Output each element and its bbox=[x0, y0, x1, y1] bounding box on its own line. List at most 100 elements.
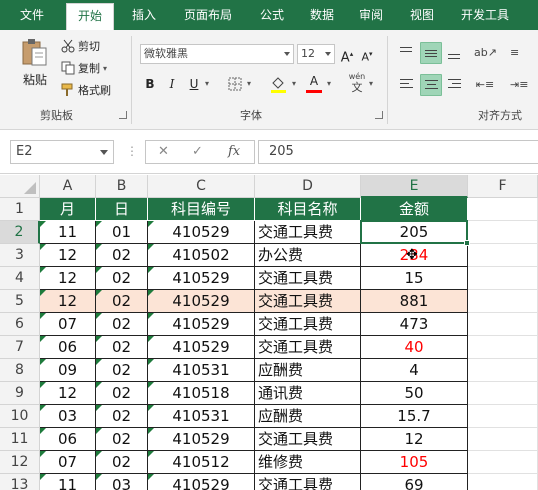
orientation-icon[interactable]: ab↗ bbox=[474, 42, 497, 64]
table-cell-day[interactable]: 02 bbox=[96, 428, 148, 451]
table-cell-day[interactable]: 02 bbox=[96, 451, 148, 474]
table-cell-amount[interactable]: 205 bbox=[361, 221, 468, 244]
tab-home[interactable]: 开始 bbox=[66, 3, 114, 30]
border-dropdown-icon[interactable]: ▾ bbox=[245, 74, 253, 94]
table-cell[interactable] bbox=[468, 359, 538, 382]
row-header-4[interactable]: 4 bbox=[0, 267, 40, 290]
table-cell-day[interactable]: 02 bbox=[96, 290, 148, 313]
column-header-a[interactable]: A bbox=[40, 175, 96, 198]
table-header-account-name[interactable]: 科目名称 bbox=[255, 198, 361, 221]
tab-data[interactable]: 数据 bbox=[302, 0, 342, 30]
table-cell-amount[interactable]: 881 bbox=[361, 290, 468, 313]
table-cell-account-name[interactable]: 应酬费 bbox=[255, 359, 361, 382]
copy-dropdown-icon[interactable]: ▾ bbox=[103, 64, 107, 73]
table-cell-account-name[interactable]: 交通工具费 bbox=[255, 428, 361, 451]
table-cell-month[interactable]: 12 bbox=[40, 382, 96, 405]
fill-color-dropdown-icon[interactable]: ▾ bbox=[290, 74, 298, 94]
table-cell-day[interactable]: 02 bbox=[96, 382, 148, 405]
table-cell-account-code[interactable]: 410529 bbox=[148, 336, 255, 359]
table-cell-day[interactable]: 02 bbox=[96, 313, 148, 336]
border-icon[interactable] bbox=[228, 77, 242, 91]
name-box[interactable]: E2 bbox=[10, 140, 114, 164]
format-painter-button[interactable]: 格式刷 bbox=[61, 82, 111, 98]
column-header-f[interactable]: F bbox=[468, 175, 538, 198]
tab-view[interactable]: 视图 bbox=[402, 0, 442, 30]
table-cell[interactable] bbox=[468, 267, 538, 290]
table-cell-amount[interactable]: 12 bbox=[361, 428, 468, 451]
table-cell-account-code[interactable]: 410529 bbox=[148, 267, 255, 290]
font-color-dropdown-icon[interactable]: ▾ bbox=[325, 74, 333, 94]
table-header-amount[interactable]: 金额 bbox=[361, 198, 468, 221]
row-header-8[interactable]: 8 bbox=[0, 359, 40, 382]
table-cell[interactable] bbox=[468, 221, 538, 244]
row-header-6[interactable]: 6 bbox=[0, 313, 40, 336]
table-header-account-code[interactable]: 科目编号 bbox=[148, 198, 255, 221]
table-cell-month[interactable]: 11 bbox=[40, 221, 96, 244]
table-cell-account-name[interactable]: 交通工具费 bbox=[255, 474, 361, 490]
table-cell-day[interactable]: 02 bbox=[96, 267, 148, 290]
table-cell-account-name[interactable]: 交通工具费 bbox=[255, 267, 361, 290]
table-cell-amount[interactable]: 50 bbox=[361, 382, 468, 405]
row-header-2[interactable]: 2 bbox=[0, 221, 40, 244]
table-cell-account-code[interactable]: 410529 bbox=[148, 313, 255, 336]
table-cell-account-code[interactable]: 410529 bbox=[148, 221, 255, 244]
cut-button[interactable]: 剪切 bbox=[61, 38, 100, 54]
table-cell-account-name[interactable]: 交通工具费 bbox=[255, 336, 361, 359]
tab-review[interactable]: 审阅 bbox=[351, 0, 391, 30]
tab-developer[interactable]: 开发工具 bbox=[452, 0, 518, 30]
align-left-button[interactable] bbox=[396, 74, 418, 96]
insert-function-icon[interactable]: fx bbox=[228, 144, 240, 159]
table-cell-month[interactable]: 09 bbox=[40, 359, 96, 382]
shrink-font-button[interactable]: A▾ bbox=[359, 44, 375, 64]
clipboard-launcher-icon[interactable] bbox=[119, 111, 127, 119]
table-cell-month[interactable]: 07 bbox=[40, 451, 96, 474]
table-cell-account-name[interactable]: 通讯费 bbox=[255, 382, 361, 405]
row-header-5[interactable]: 5 bbox=[0, 290, 40, 313]
font-name-combo[interactable]: 微软雅黑 bbox=[140, 44, 294, 64]
table-cell-account-code[interactable]: 410531 bbox=[148, 359, 255, 382]
table-cell-account-code[interactable]: 410531 bbox=[148, 405, 255, 428]
row-header-3[interactable]: 3 bbox=[0, 244, 40, 267]
column-header-d[interactable]: D bbox=[255, 175, 361, 198]
row-header-11[interactable]: 11 bbox=[0, 428, 40, 451]
table-cell-day[interactable]: 02 bbox=[96, 336, 148, 359]
table-cell-day[interactable]: 03 bbox=[96, 474, 148, 490]
row-header-9[interactable]: 9 bbox=[0, 382, 40, 405]
table-cell-day[interactable]: 02 bbox=[96, 359, 148, 382]
bold-button[interactable]: B bbox=[142, 74, 158, 94]
table-cell-amount[interactable]: 15 bbox=[361, 267, 468, 290]
column-header-b[interactable]: B bbox=[96, 175, 148, 198]
table-cell-account-code[interactable]: 410529 bbox=[148, 290, 255, 313]
tab-formulas[interactable]: 公式 bbox=[252, 0, 292, 30]
font-launcher-icon[interactable] bbox=[375, 111, 383, 119]
copy-button[interactable]: 复制 ▾ bbox=[61, 60, 107, 76]
table-cell-day[interactable]: 02 bbox=[96, 244, 148, 267]
table-cell[interactable] bbox=[468, 198, 538, 221]
enter-icon[interactable]: ✓ bbox=[192, 144, 203, 159]
tab-insert[interactable]: 插入 bbox=[124, 0, 164, 30]
table-cell-amount[interactable]: 69 bbox=[361, 474, 468, 490]
table-cell-account-name[interactable]: 交通工具费 bbox=[255, 290, 361, 313]
row-header-10[interactable]: 10 bbox=[0, 405, 40, 428]
align-middle-button[interactable] bbox=[420, 42, 442, 64]
table-cell[interactable] bbox=[468, 382, 538, 405]
cancel-icon[interactable]: ✕ bbox=[158, 144, 169, 159]
column-header-c[interactable]: C bbox=[148, 175, 255, 198]
row-header-1[interactable]: 1 bbox=[0, 198, 40, 221]
table-cell-amount[interactable]: 473 bbox=[361, 313, 468, 336]
fill-color-icon[interactable] bbox=[268, 74, 288, 94]
align-top-button[interactable] bbox=[396, 42, 418, 64]
row-header-7[interactable]: 7 bbox=[0, 336, 40, 359]
table-cell-month[interactable]: 11 bbox=[40, 474, 96, 490]
column-header-e[interactable]: E bbox=[361, 175, 468, 198]
grow-font-button[interactable]: A▴ bbox=[339, 44, 355, 65]
table-cell-account-code[interactable]: 410502 bbox=[148, 244, 255, 267]
table-cell-account-name[interactable]: 维修费 bbox=[255, 451, 361, 474]
table-cell[interactable] bbox=[468, 474, 538, 490]
table-cell-month[interactable]: 12 bbox=[40, 290, 96, 313]
table-cell[interactable] bbox=[468, 336, 538, 359]
table-cell-account-name[interactable]: 交通工具费 bbox=[255, 221, 361, 244]
table-cell-month[interactable]: 03 bbox=[40, 405, 96, 428]
table-cell[interactable] bbox=[468, 451, 538, 474]
row-header-12[interactable]: 12 bbox=[0, 451, 40, 474]
